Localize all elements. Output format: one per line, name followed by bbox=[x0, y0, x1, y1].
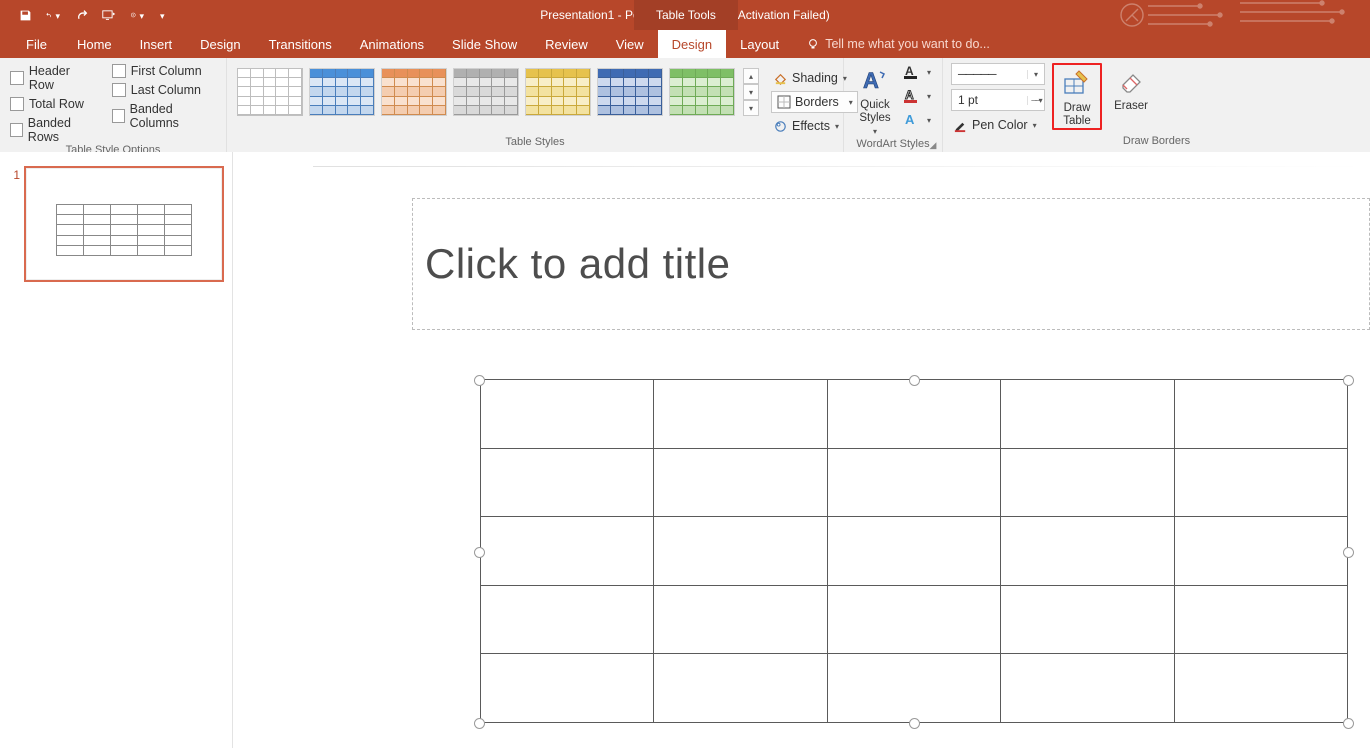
group-label-table-styles: Table Styles bbox=[227, 136, 843, 152]
start-from-beginning-icon[interactable] bbox=[102, 8, 116, 22]
paint-bucket-icon bbox=[773, 71, 788, 86]
ribbon-tabs: File Home Insert Design Transitions Anim… bbox=[0, 30, 1370, 58]
slide-thumbnail-1[interactable]: 1 bbox=[0, 166, 232, 282]
draw-table-button[interactable]: Draw Table bbox=[1054, 65, 1100, 128]
slide-thumbnail-frame bbox=[24, 166, 224, 282]
table-style-style-orange[interactable] bbox=[381, 68, 447, 116]
decorative-circuit bbox=[1090, 0, 1370, 30]
tab-insert[interactable]: Insert bbox=[126, 30, 187, 58]
table-style-style-gray[interactable] bbox=[453, 68, 519, 116]
pen-style-combo[interactable]: ─────▾ bbox=[951, 63, 1045, 85]
resize-handle-e[interactable] bbox=[1343, 547, 1354, 558]
tab-transitions[interactable]: Transitions bbox=[255, 30, 346, 58]
slide-thumbnail-pane: 1 bbox=[0, 152, 233, 748]
tab-view[interactable]: View bbox=[602, 30, 658, 58]
tab-design[interactable]: Design bbox=[186, 30, 254, 58]
svg-text:A: A bbox=[905, 88, 914, 102]
text-effects-button[interactable]: A▾ bbox=[902, 110, 933, 130]
tab-animations[interactable]: Animations bbox=[346, 30, 438, 58]
quick-access-toolbar: ▾ ▾ ▾ bbox=[0, 0, 165, 30]
tab-file[interactable]: File bbox=[10, 30, 63, 58]
title-placeholder-text: Click to add title bbox=[425, 240, 730, 288]
touch-mode-icon[interactable]: ▾ bbox=[130, 8, 144, 22]
svg-text:A: A bbox=[905, 112, 915, 127]
gallery-more-button[interactable]: ▾ bbox=[743, 100, 759, 116]
undo-dropdown-caret[interactable]: ▾ bbox=[55, 11, 60, 22]
table-style-plain[interactable] bbox=[237, 68, 303, 116]
gallery-scroll-down[interactable]: ▾ bbox=[743, 84, 759, 100]
checkbox-header-row[interactable]: Header Row bbox=[10, 64, 98, 92]
thumbnail-table-preview bbox=[56, 204, 192, 256]
redo-icon[interactable] bbox=[74, 8, 88, 22]
touch-dropdown-caret[interactable]: ▾ bbox=[139, 11, 144, 22]
table-style-style-navy[interactable] bbox=[597, 68, 663, 116]
table-style-gallery[interactable] bbox=[237, 68, 741, 116]
ribbon: Header Row Total Row Banded Rows First C… bbox=[0, 58, 1370, 153]
table-style-style-blue[interactable] bbox=[309, 68, 375, 116]
tab-slideshow[interactable]: Slide Show bbox=[438, 30, 531, 58]
group-draw-borders: ─────▾ 1 pt──▾ Pen Color▾ Draw Table Era… bbox=[943, 58, 1370, 152]
resize-handle-sw[interactable] bbox=[474, 718, 485, 729]
text-effects-icon: A bbox=[904, 112, 922, 128]
quick-styles-button[interactable]: A Quick Styles▾ bbox=[850, 62, 900, 138]
tab-tabletools-layout[interactable]: Layout bbox=[726, 30, 793, 58]
table-grid[interactable] bbox=[480, 379, 1348, 723]
checkbox-banded-rows[interactable]: Banded Rows bbox=[10, 116, 98, 144]
resize-handle-w[interactable] bbox=[474, 547, 485, 558]
undo-icon[interactable]: ▾ bbox=[46, 8, 60, 22]
effects-icon bbox=[773, 119, 788, 134]
group-table-styles: ▴ ▾ ▾ Shading▾ Borders▾ Effects▾ Tabl bbox=[227, 58, 844, 152]
resize-handle-s[interactable] bbox=[909, 718, 920, 729]
title-bar: ▾ ▾ ▾ Presentation1 - PowerPoint (Produc… bbox=[0, 0, 1370, 30]
group-label-draw-borders: Draw Borders bbox=[943, 135, 1370, 152]
pen-color-icon bbox=[953, 118, 968, 133]
slide-number: 1 bbox=[8, 168, 20, 182]
group-label-wordart: WordArt Styles◢ bbox=[844, 138, 942, 152]
checkbox-first-column[interactable]: First Column bbox=[112, 64, 216, 78]
save-icon[interactable] bbox=[18, 8, 32, 22]
group-table-style-options: Header Row Total Row Banded Rows First C… bbox=[0, 58, 227, 152]
tab-review[interactable]: Review bbox=[531, 30, 602, 58]
selected-table[interactable] bbox=[478, 377, 1350, 727]
canvas-top-shadow bbox=[313, 166, 1370, 167]
gallery-scroll-up[interactable]: ▴ bbox=[743, 68, 759, 84]
checkbox-total-row[interactable]: Total Row bbox=[10, 97, 98, 111]
pen-weight-combo[interactable]: 1 pt──▾ bbox=[951, 89, 1045, 111]
borders-icon bbox=[776, 95, 791, 110]
qat-customize-caret[interactable]: ▾ bbox=[160, 11, 165, 22]
tell-me-search[interactable]: Tell me what you want to do... bbox=[793, 30, 1004, 58]
tab-home[interactable]: Home bbox=[63, 30, 126, 58]
svg-text:A: A bbox=[863, 68, 879, 93]
tell-me-placeholder: Tell me what you want to do... bbox=[825, 37, 990, 51]
resize-handle-ne[interactable] bbox=[1343, 375, 1354, 386]
contextual-tab-label: Table Tools bbox=[634, 0, 738, 30]
group-wordart-styles: A Quick Styles▾ A▾ A▾ A▾ WordArt Styles◢ bbox=[844, 58, 943, 152]
svg-text:A: A bbox=[905, 64, 914, 78]
eraser-button[interactable]: Eraser bbox=[1109, 63, 1153, 113]
table-style-style-gold[interactable] bbox=[525, 68, 591, 116]
table-style-style-green[interactable] bbox=[669, 68, 735, 116]
checkbox-banded-columns[interactable]: Banded Columns bbox=[112, 102, 216, 130]
title-placeholder[interactable]: Click to add title bbox=[412, 198, 1370, 330]
quick-styles-icon: A bbox=[860, 66, 890, 96]
annotation-highlight: Draw Table bbox=[1052, 63, 1102, 130]
resize-handle-nw[interactable] bbox=[474, 375, 485, 386]
text-fill-icon: A bbox=[904, 64, 922, 80]
resize-handle-se[interactable] bbox=[1343, 718, 1354, 729]
text-outline-icon: A bbox=[904, 88, 922, 104]
gallery-scroll: ▴ ▾ ▾ bbox=[743, 68, 759, 116]
text-outline-button[interactable]: A▾ bbox=[902, 86, 933, 106]
lightbulb-icon bbox=[807, 38, 819, 50]
checkbox-last-column[interactable]: Last Column bbox=[112, 83, 216, 97]
pen-color-button[interactable]: Pen Color▾ bbox=[951, 115, 1045, 135]
eraser-icon bbox=[1116, 67, 1146, 97]
resize-handle-n[interactable] bbox=[909, 375, 920, 386]
tab-tabletools-design[interactable]: Design bbox=[658, 30, 726, 58]
text-fill-button[interactable]: A▾ bbox=[902, 62, 933, 82]
draw-table-icon bbox=[1062, 69, 1092, 99]
wordart-launcher-icon[interactable]: ◢ bbox=[928, 140, 938, 150]
